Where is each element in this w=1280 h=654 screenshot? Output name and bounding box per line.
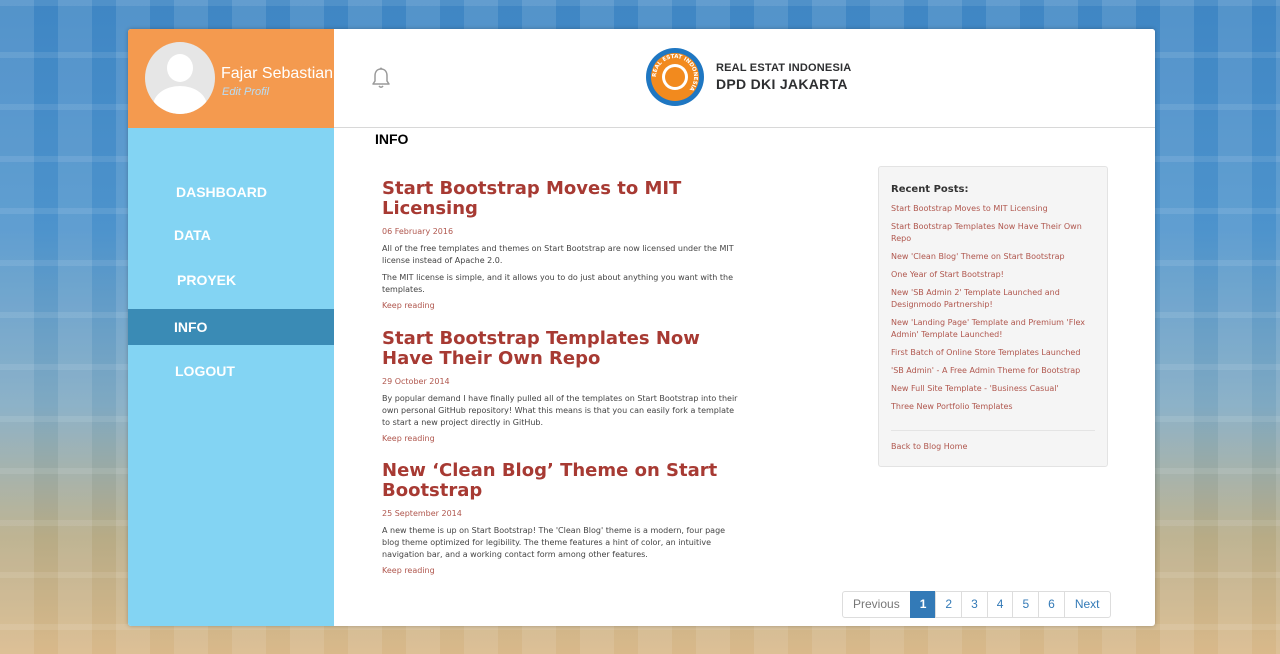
recent-posts-list: Start Bootstrap Moves to MIT Licensing S… <box>891 203 1099 419</box>
post-excerpt: A new theme is up on Start Bootstrap! Th… <box>382 525 742 561</box>
recent-post-link[interactable]: New 'Landing Page' Template and Premium … <box>891 317 1099 341</box>
divider <box>891 430 1095 431</box>
page-6-button[interactable]: 6 <box>1038 591 1065 618</box>
page-3-button[interactable]: 3 <box>961 591 988 618</box>
post-paragraph: The MIT license is simple, and it allows… <box>382 273 734 294</box>
recent-post-link[interactable]: Start Bootstrap Templates Now Have Their… <box>891 221 1099 245</box>
sidebar-item-label: DASHBOARD <box>176 184 267 200</box>
app-window: Fajar Sebastian Edit Profil DASHBOARD DA… <box>128 29 1155 626</box>
logo-subtitle: DPD DKI JAKARTA <box>716 76 848 92</box>
user-avatar-icon[interactable] <box>145 42 215 114</box>
page-5-button[interactable]: 5 <box>1012 591 1040 618</box>
recent-post-link[interactable]: Start Bootstrap Moves to MIT Licensing <box>891 203 1099 215</box>
post-paragraph: A new theme is up on Start Bootstrap! Th… <box>382 526 726 559</box>
post-date: 06 February 2016 <box>382 227 454 236</box>
recent-post-link[interactable]: New 'SB Admin 2' Template Launched and D… <box>891 287 1099 311</box>
sidebar-item-label: DATA <box>174 227 211 243</box>
recent-post-link[interactable]: Three New Portfolio Templates <box>891 401 1099 413</box>
post-paragraph: All of the free templates and themes on … <box>382 244 734 265</box>
blog-post: New ‘Clean Blog’ Theme on Start Bootstra… <box>382 461 742 576</box>
post-title[interactable]: Start Bootstrap Templates Now Have Their… <box>382 329 742 369</box>
logo-title: REAL ESTAT INDONESIA <box>716 62 852 74</box>
sidebar-item-proyek[interactable]: PROYEK <box>128 262 334 298</box>
profile-panel: Fajar Sebastian Edit Profil <box>128 29 334 128</box>
page-4-button[interactable]: 4 <box>986 591 1014 618</box>
recent-posts-panel: Recent Posts: Start Bootstrap Moves to M… <box>878 166 1108 467</box>
recent-post-link[interactable]: New 'Clean Blog' Theme on Start Bootstra… <box>891 251 1099 263</box>
sidebar-item-logout[interactable]: LOGOUT <box>128 353 334 389</box>
keep-reading-link[interactable]: Keep reading <box>382 434 742 443</box>
blog-post: Start Bootstrap Moves to MIT Licensing 0… <box>382 179 742 311</box>
post-paragraph: By popular demand I have finally pulled … <box>382 394 738 427</box>
post-excerpt: By popular demand I have finally pulled … <box>382 393 742 429</box>
sidebar: Fajar Sebastian Edit Profil DASHBOARD DA… <box>128 29 334 626</box>
next-page-button[interactable]: Next <box>1063 591 1111 618</box>
bell-icon[interactable] <box>371 67 391 89</box>
sidebar-item-info[interactable]: INFO <box>128 309 334 345</box>
recent-post-link[interactable]: One Year of Start Bootstrap! <box>891 269 1099 281</box>
previous-page-button[interactable]: Previous <box>842 591 911 618</box>
post-date: 25 September 2014 <box>382 509 462 518</box>
post-title[interactable]: New ‘Clean Blog’ Theme on Start Bootstra… <box>382 461 742 501</box>
keep-reading-link[interactable]: Keep reading <box>382 301 742 310</box>
edit-profile-link[interactable]: Edit Profil <box>222 86 269 98</box>
sidebar-item-dashboard[interactable]: DASHBOARD <box>128 174 334 210</box>
page-2-button[interactable]: 2 <box>935 591 963 618</box>
pagination: Previous 1 2 3 4 5 6 Next <box>842 591 1111 618</box>
keep-reading-link[interactable]: Keep reading <box>382 566 742 575</box>
post-title[interactable]: Start Bootstrap Moves to MIT Licensing <box>382 179 742 219</box>
sidebar-item-data[interactable]: DATA <box>128 217 334 253</box>
page-1-button[interactable]: 1 <box>909 591 937 618</box>
avatar-head <box>167 54 193 82</box>
post-date: 29 October 2014 <box>382 377 450 386</box>
sidebar-item-label: PROYEK <box>177 272 237 288</box>
recent-post-link[interactable]: 'SB Admin' - A Free Admin Theme for Boot… <box>891 365 1099 377</box>
recent-posts-title: Recent Posts: <box>891 184 969 195</box>
sidebar-item-label: INFO <box>174 319 208 335</box>
page-title: INFO <box>375 131 409 147</box>
avatar-body <box>153 86 207 114</box>
rei-logo: REAL ESTAT INDONESIA <box>646 48 704 106</box>
sidebar-item-label: LOGOUT <box>175 363 235 379</box>
top-header: REAL ESTAT INDONESIA REAL ESTAT INDONESI… <box>334 29 1155 128</box>
profile-name: Fajar Sebastian <box>221 65 334 82</box>
recent-post-link[interactable]: First Batch of Online Store Templates La… <box>891 347 1099 359</box>
back-to-blog-home-link[interactable]: Back to Blog Home <box>891 442 967 451</box>
blog-post: Start Bootstrap Templates Now Have Their… <box>382 329 742 444</box>
recent-post-link[interactable]: New Full Site Template - 'Business Casua… <box>891 383 1099 395</box>
post-excerpt: All of the free templates and themes on … <box>382 243 742 296</box>
